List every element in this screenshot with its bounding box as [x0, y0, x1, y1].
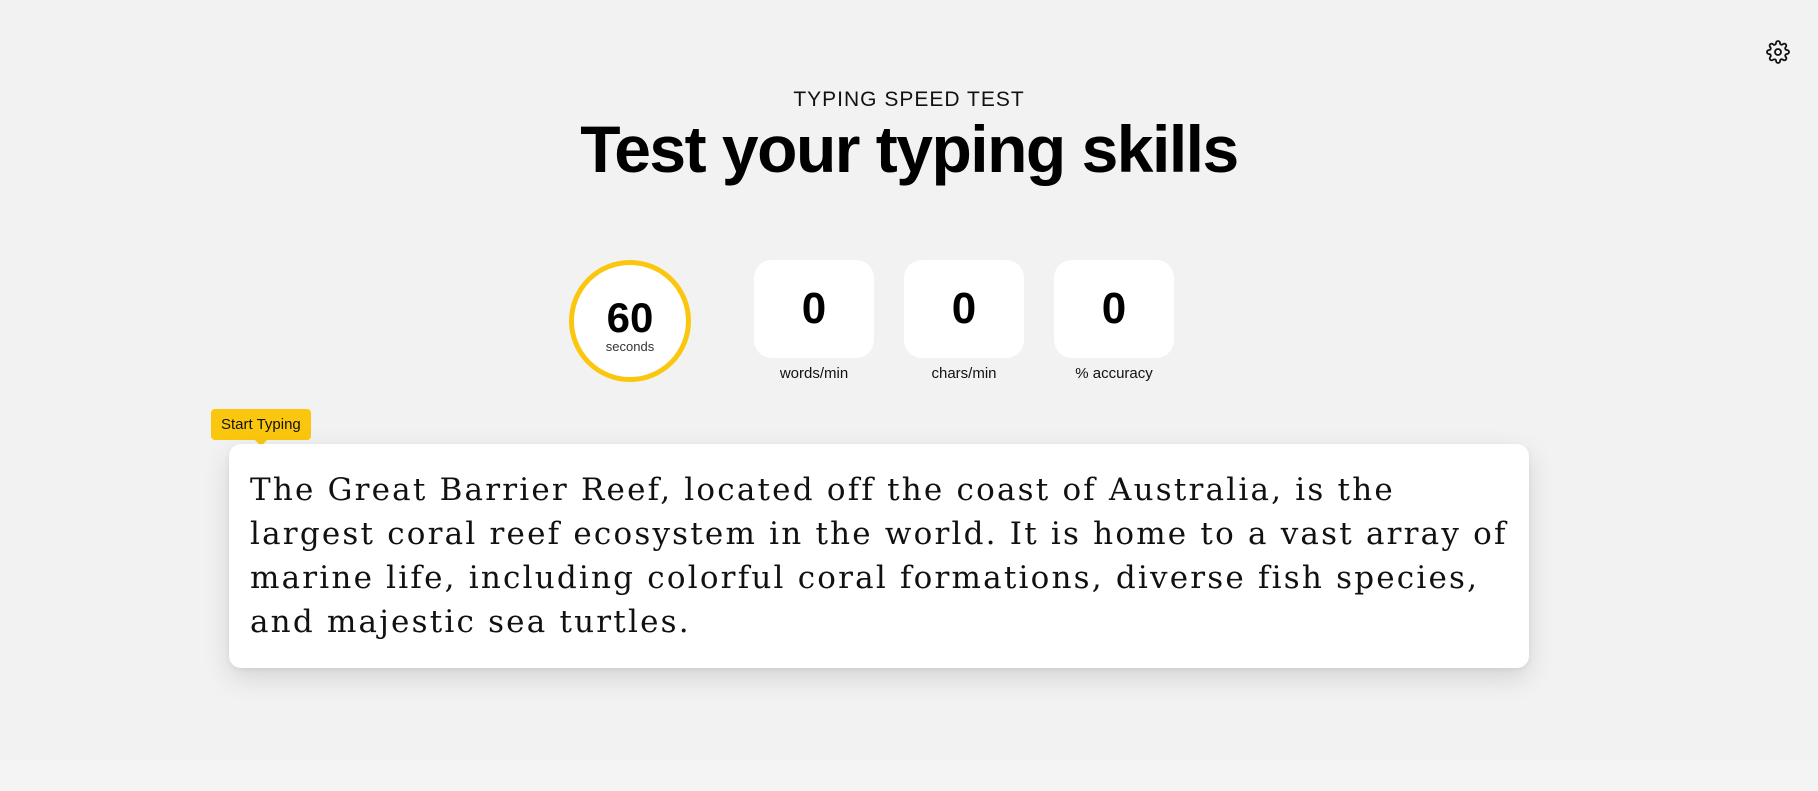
stat-chars-per-minute: 0 chars/min	[904, 260, 1024, 382]
stat-value: 0	[1054, 260, 1174, 358]
stat-accuracy: 0 % accuracy	[1054, 260, 1174, 382]
timer-unit: seconds	[605, 338, 655, 354]
stat-label: % accuracy	[1075, 365, 1153, 382]
start-typing-tooltip: Start Typing	[211, 409, 311, 446]
passage-text: The Great Barrier Reef, located off the …	[250, 472, 1508, 640]
timer-value: 60	[606, 293, 654, 341]
countdown-timer: 60 seconds	[569, 260, 691, 382]
typing-passage-area[interactable]: The Great Barrier Reef, located off the …	[229, 444, 1529, 668]
footer-band	[0, 759, 1818, 791]
page-eyebrow: TYPING SPEED TEST	[793, 88, 1025, 111]
stat-label: words/min	[779, 365, 849, 382]
stat-label: chars/min	[931, 365, 997, 382]
stat-value: 0	[904, 260, 1024, 358]
stat-value: 0	[754, 260, 874, 358]
gear-icon	[1766, 39, 1790, 69]
settings-button[interactable]	[1764, 39, 1792, 69]
stat-words-per-minute: 0 words/min	[754, 260, 874, 382]
page-title: Test your typing skills	[580, 112, 1239, 186]
